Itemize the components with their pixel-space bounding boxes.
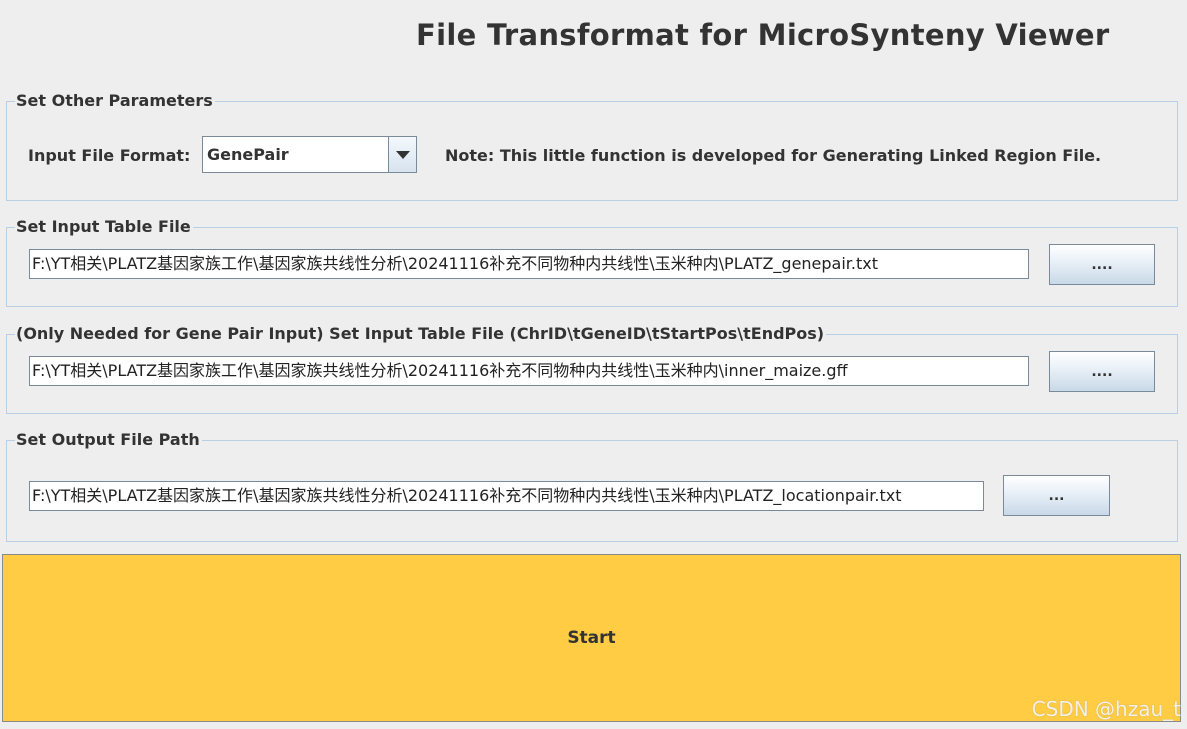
window-title: File Transformat for MicroSynteny Viewer [416,18,1110,52]
params-panel-legend: Set Other Parameters [15,91,215,110]
output-path-panel-legend: Set Output File Path [15,430,202,449]
dropdown-arrow-button[interactable] [388,137,416,172]
input-table-panel: Set Input Table File F:\YT相关\PLATZ基因家族工作… [6,218,1178,307]
params-panel: Set Other Parameters Input File Format: … [6,92,1178,201]
input-table-browse-button[interactable]: .... [1049,244,1155,285]
output-path-field[interactable]: F:\YT相关\PLATZ基因家族工作\基因家族共线性分析\20241116补充… [29,481,984,511]
watermark: CSDN @hzau_t [1031,697,1181,721]
input-table-panel-legend: Set Input Table File [15,217,193,236]
input-table-path-field[interactable]: F:\YT相关\PLATZ基因家族工作\基因家族共线性分析\20241116补充… [29,249,1029,279]
input-format-label: Input File Format: [28,146,191,165]
output-path-panel: Set Output File Path F:\YT相关\PLATZ基因家族工作… [6,431,1178,542]
gff-input-panel: (Only Needed for Gene Pair Input) Set In… [6,325,1178,414]
input-format-selected-value: GenePair [207,137,387,172]
input-format-dropdown[interactable]: GenePair [202,136,417,173]
gff-input-path-field[interactable]: F:\YT相关\PLATZ基因家族工作\基因家族共线性分析\20241116补充… [29,356,1029,386]
chevron-down-icon [396,151,410,159]
output-path-browse-button[interactable]: ... [1003,475,1110,516]
gff-input-panel-legend: (Only Needed for Gene Pair Input) Set In… [15,324,827,343]
start-button[interactable]: Start [2,554,1181,722]
note-text: Note: This little function is developed … [445,146,1102,165]
gff-input-browse-button[interactable]: .... [1049,351,1155,392]
